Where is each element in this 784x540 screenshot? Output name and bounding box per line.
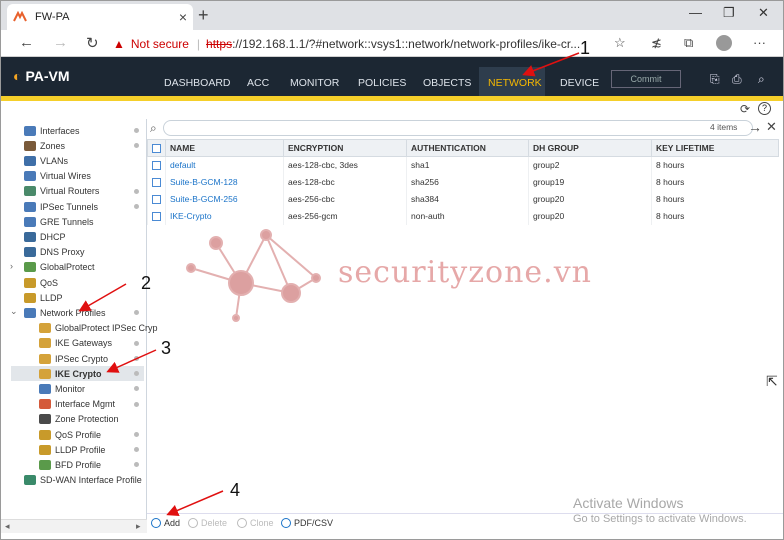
arrow-3	[106, 349, 157, 373]
arrow-4	[166, 490, 224, 516]
mouse-cursor-icon: ⇱	[766, 373, 778, 389]
arrow-1	[522, 52, 580, 77]
annotation-arrows	[78, 52, 580, 516]
annotation-3: 3	[161, 338, 172, 358]
annotation-2: 2	[141, 273, 152, 293]
annotation-1: 1	[580, 38, 591, 58]
annotation-4: 4	[230, 480, 241, 500]
arrow-2	[78, 283, 127, 312]
